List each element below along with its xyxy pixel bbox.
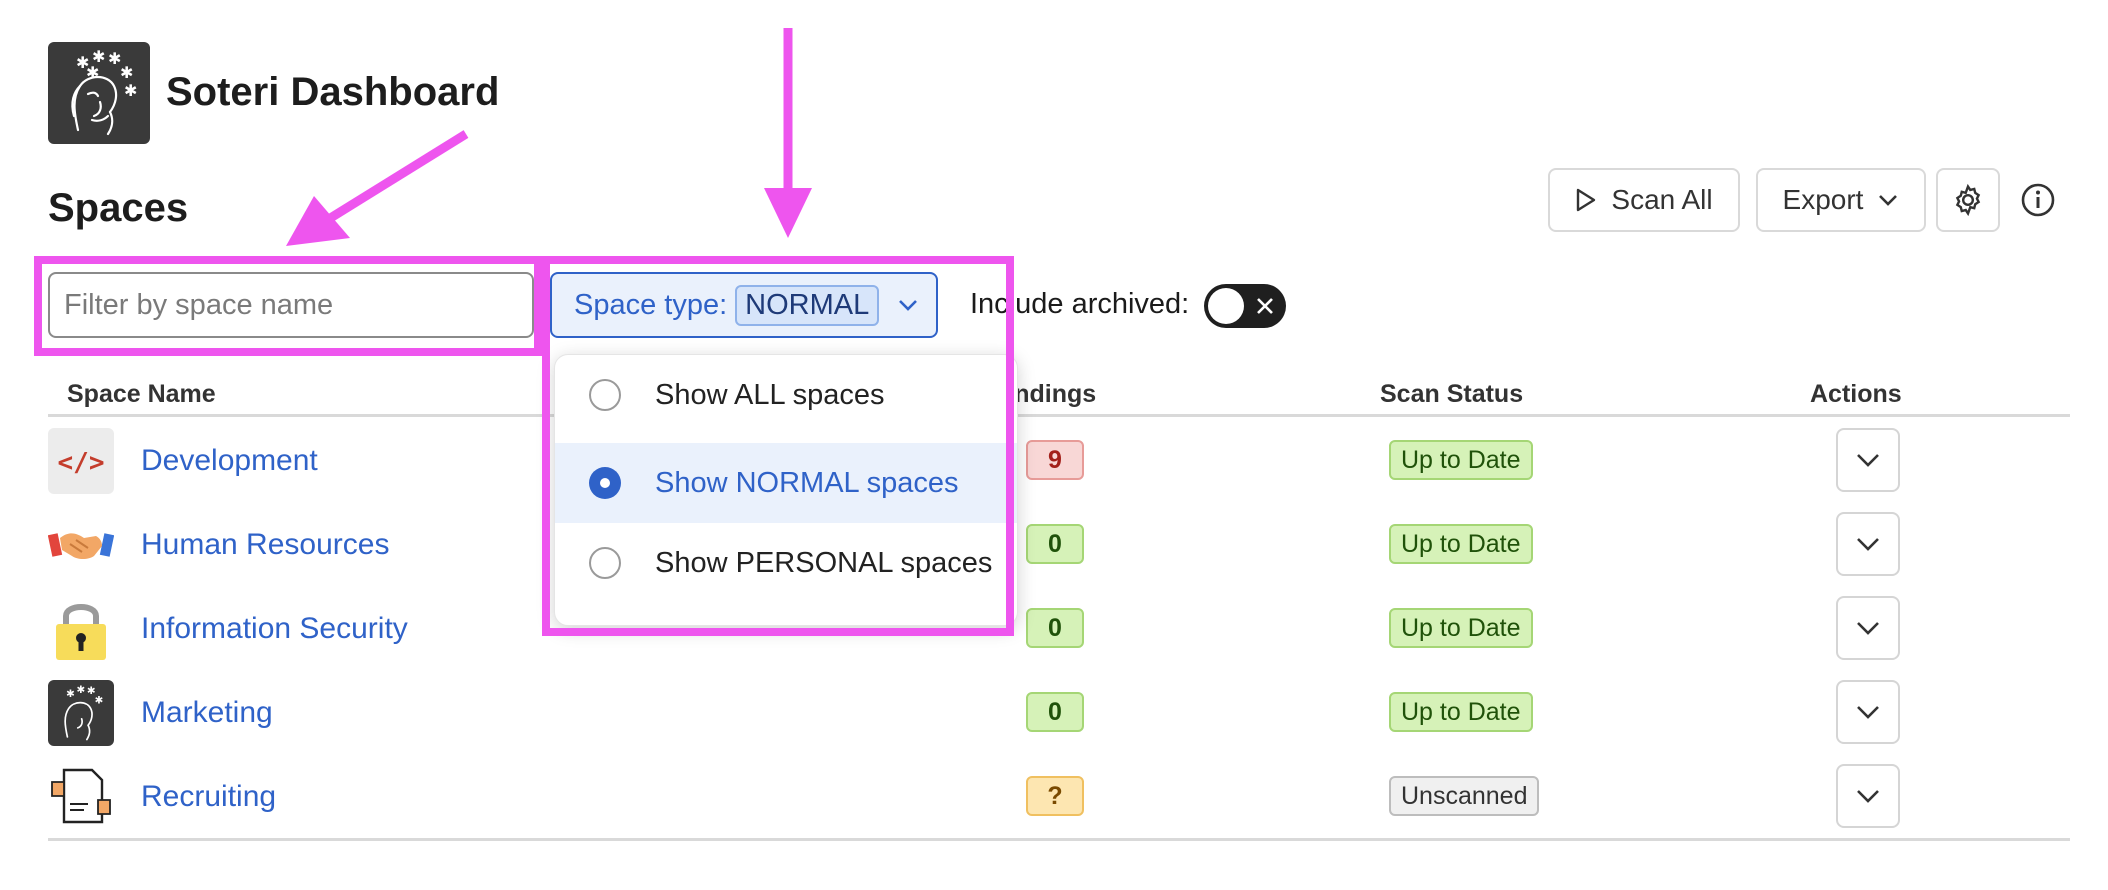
annotation-arrows xyxy=(286,28,812,246)
